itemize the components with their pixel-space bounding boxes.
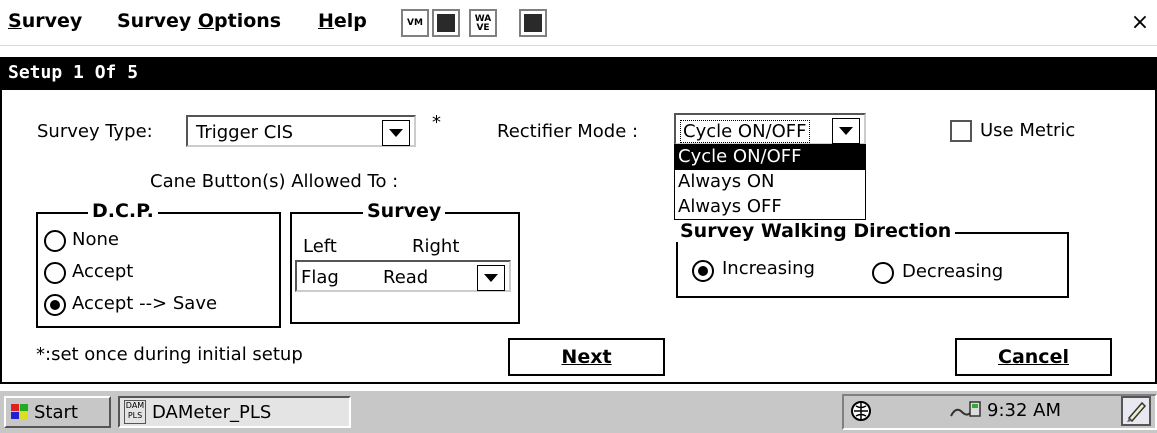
vm-color-button[interactable]: [432, 9, 460, 37]
cancel-label: Cancel: [998, 346, 1069, 368]
survey-left-label: Left: [303, 236, 337, 257]
dcp-accept-save-label: Accept --> Save: [72, 293, 218, 314]
close-button[interactable]: ×: [1126, 10, 1154, 38]
wave-button[interactable]: WA VE: [469, 9, 497, 37]
windows-logo-icon: [10, 402, 30, 422]
next-label: Next: [561, 346, 612, 368]
chevron-down-icon[interactable]: [832, 118, 860, 144]
rectifier-option[interactable]: Always OFF: [675, 195, 865, 220]
wave-color-button[interactable]: [519, 9, 547, 37]
rectifier-option[interactable]: Cycle ON/OFF: [675, 145, 865, 170]
dcp-accept-label: Accept: [72, 261, 134, 282]
dcp-none-label: None: [72, 229, 119, 250]
app-icon: DAM PLS: [124, 400, 146, 424]
chevron-down-icon[interactable]: [382, 120, 410, 146]
survey-right-value: Read: [383, 267, 429, 288]
survey-left-value: Flag: [301, 267, 339, 288]
app-label: DAMeter_PLS: [152, 402, 272, 423]
dcp-accept-radio[interactable]: [44, 262, 66, 284]
increasing-radio[interactable]: [692, 260, 714, 282]
survey-type-label: Survey Type:: [37, 121, 153, 142]
wave-label: WA VE: [474, 14, 492, 33]
menu-survey[interactable]: Survey: [8, 10, 82, 32]
cane-buttons-label: Cane Button(s) Allowed To :: [150, 171, 399, 192]
cancel-button[interactable]: Cancel: [955, 338, 1112, 376]
start-label: Start: [34, 402, 78, 423]
walking-direction-title: Survey Walking Direction: [676, 220, 956, 242]
decreasing-label: Decreasing: [902, 261, 1004, 282]
dcp-group-title: D.C.P.: [88, 200, 158, 222]
rectifier-mode-label: Rectifier Mode :: [497, 121, 639, 142]
vm-label: VM: [407, 18, 423, 28]
survey-group-title: Survey: [363, 200, 446, 222]
survey-cane-select[interactable]: Flag Read: [295, 260, 511, 292]
dcp-accept-save-radio[interactable]: [44, 294, 66, 316]
footnote: *:set once during initial setup: [36, 344, 303, 365]
network-icon[interactable]: [850, 400, 872, 422]
survey-type-select[interactable]: Trigger CIS: [186, 115, 416, 147]
asterisk-mark: *: [432, 112, 441, 133]
start-button[interactable]: Start: [4, 396, 111, 428]
use-metric-label: Use Metric: [980, 120, 1076, 141]
survey-right-label: Right: [412, 236, 460, 257]
chevron-down-icon[interactable]: [477, 265, 505, 291]
menu-survey-options[interactable]: Survey Options: [117, 10, 281, 32]
notes-icon[interactable]: [1121, 396, 1151, 426]
rectifier-mode-select[interactable]: Cycle ON/OFF: [674, 113, 866, 145]
dialog-title-bar: [0, 57, 1157, 90]
taskbar-app-dameter[interactable]: DAM PLS DAMeter_PLS: [118, 396, 351, 428]
rectifier-option[interactable]: Always ON: [675, 170, 865, 195]
use-metric-checkbox[interactable]: [950, 120, 972, 142]
next-button[interactable]: Next: [508, 338, 665, 376]
decreasing-radio[interactable]: [872, 262, 894, 284]
survey-type-value: Trigger CIS: [196, 122, 294, 143]
rectifier-mode-dropdown: Cycle ON/OFF Always ON Always OFF: [674, 144, 866, 220]
power-connection-icon[interactable]: [948, 398, 984, 424]
clock[interactable]: 9:32 AM: [987, 400, 1061, 421]
dialog-title: Setup 1 Of 5: [8, 62, 139, 83]
vm-button[interactable]: VM: [401, 9, 429, 37]
rectifier-mode-value: Cycle ON/OFF: [680, 120, 810, 143]
dcp-none-radio[interactable]: [44, 230, 66, 252]
increasing-label: Increasing: [722, 258, 815, 279]
menu-help[interactable]: Help: [318, 10, 367, 32]
